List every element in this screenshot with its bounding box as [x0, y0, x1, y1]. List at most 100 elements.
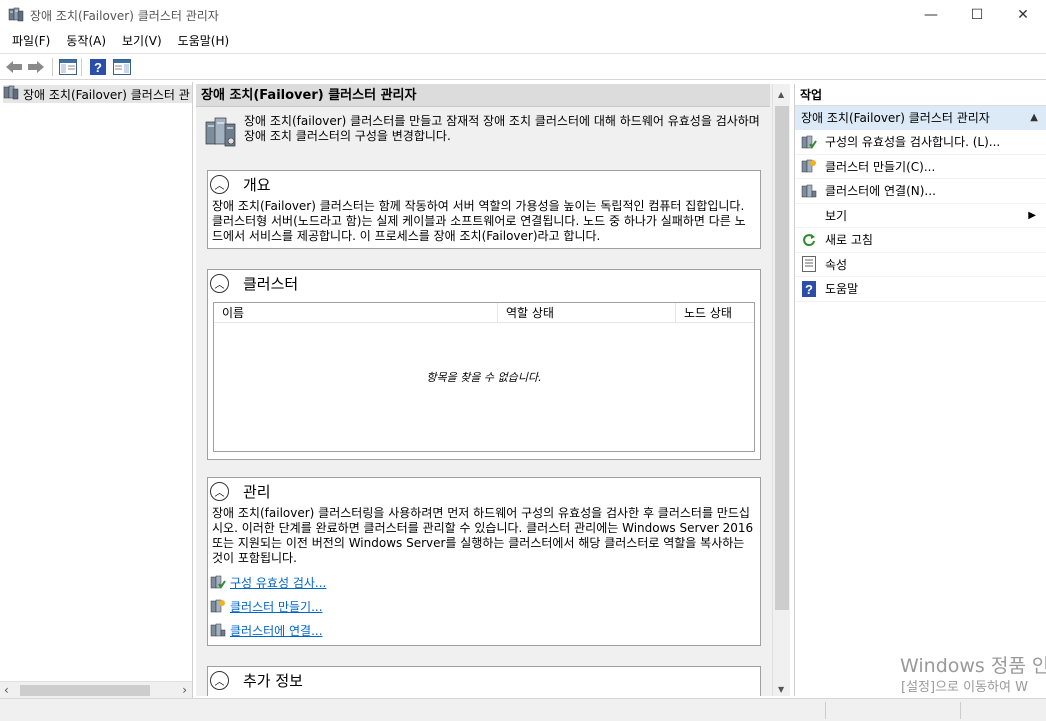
results-pane-header: 장애 조치(Failover) 클러스터 관리자 [196, 84, 770, 107]
collapse-manage-button[interactable]: ︿ [210, 481, 229, 501]
maximize-button[interactable]: ☐ [954, 0, 1000, 30]
clusters-section: ︿ 클러스터 이름 역할 상태 노드 상태 항목을 찾을 수 없습니다. [207, 269, 761, 460]
validate-configuration-link[interactable]: 구성 유효성 검사... [210, 570, 760, 594]
overview-section-header: ︿ 개요 [208, 171, 760, 197]
actions-pane-title: 작업 [795, 84, 1046, 106]
overview-text: 장애 조치(Failover) 클러스터는 함께 작동하여 서버 역할의 가용성… [212, 199, 746, 243]
svg-text:?: ? [94, 60, 102, 75]
close-button[interactable]: ✕ [1000, 0, 1046, 30]
properties-icon [801, 256, 817, 273]
more-info-section: ︿ 추가 정보 [207, 666, 761, 696]
collapse-more-info-button[interactable]: ︿ [210, 670, 229, 690]
status-divider [960, 702, 961, 719]
overview-section: ︿ 개요 장애 조치(Failover) 클러스터는 함께 작동하여 서버 역할… [207, 170, 761, 249]
clusters-section-header: ︿ 클러스터 [208, 270, 760, 296]
scroll-right-icon[interactable]: › [182, 683, 187, 697]
create-cluster-icon [210, 598, 226, 614]
menu-action[interactable]: 동작(A) [58, 30, 114, 52]
manage-section: ︿ 관리 장애 조치(failover) 클러스터링을 사용하려면 먼저 하드웨… [207, 477, 761, 646]
collapse-clusters-button[interactable]: ︿ [210, 273, 229, 293]
action-label: 클러스터에 연결(N)... [825, 184, 936, 199]
show-hide-console-tree-icon[interactable] [59, 58, 77, 76]
create-cluster-icon [801, 158, 817, 174]
scroll-up-icon[interactable]: ▲ [778, 90, 784, 99]
action-help[interactable]: ? 도움말 [795, 277, 1046, 302]
action-refresh[interactable]: 새로 고침 [795, 228, 1046, 253]
menu-file[interactable]: 파일(F) [4, 30, 58, 52]
validate-configuration-icon [801, 134, 817, 150]
title-bar: 장애 조치(Failover) 클러스터 관리자 — ☐ ✕ [0, 0, 1046, 30]
manage-text: 장애 조치(failover) 클러스터링을 사용하려면 먼저 하드웨어 구성의… [212, 506, 754, 565]
clusters-title: 클러스터 [243, 274, 299, 293]
console-tree: 장애 조치(Failover) 클러스터 관 ‹ › [0, 82, 193, 698]
more-info-section-header: ︿ 추가 정보 [208, 667, 760, 693]
scroll-thumb[interactable] [775, 106, 789, 610]
action-label: 보기 [825, 208, 848, 223]
cluster-manager-icon [3, 85, 19, 104]
validate-configuration-icon [210, 574, 226, 590]
help-icon[interactable]: ? [89, 58, 107, 76]
action-label: 구성의 유효성을 검사합니다. (L)... [825, 135, 1001, 150]
action-properties[interactable]: 속성 [795, 253, 1046, 277]
tree-item-label: 장애 조치(Failover) 클러스터 관 [23, 87, 190, 102]
manage-section-header: ︿ 관리 [208, 478, 760, 504]
column-header-name[interactable]: 이름 [214, 303, 498, 323]
connect-cluster-icon [210, 622, 226, 638]
status-divider [825, 702, 826, 719]
submenu-arrow-icon: ▶ [1028, 209, 1036, 221]
forward-arrow-icon[interactable] [27, 58, 45, 76]
toolbar-separator [81, 58, 82, 76]
action-connect-cluster[interactable]: 클러스터에 연결(N)... [795, 179, 1046, 204]
toolbar-separator [52, 58, 53, 76]
create-cluster-link[interactable]: 클러스터 만들기... [210, 594, 760, 618]
scroll-left-icon[interactable]: ‹ [4, 683, 9, 697]
more-info-title: 추가 정보 [243, 671, 303, 690]
actions-subheader[interactable]: 장애 조치(Failover) 클러스터 관리자 ▲ [795, 106, 1046, 130]
scroll-thumb[interactable] [20, 685, 150, 696]
horizontal-scrollbar[interactable]: ‹ › [0, 681, 192, 698]
validate-configuration-link-text[interactable]: 구성 유효성 검사... [230, 574, 326, 591]
vertical-scrollbar[interactable]: ▲ ▼ [772, 84, 790, 696]
connect-cluster-link[interactable]: 클러스터에 연결... [210, 618, 760, 642]
refresh-icon [801, 232, 817, 248]
cluster-servers-icon [204, 114, 238, 150]
connect-cluster-link-text[interactable]: 클러스터에 연결... [230, 622, 323, 639]
results-pane: 장애 조치(Failover) 클러스터 관리자 장애 조치(failover)… [196, 84, 790, 696]
action-label: 도움말 [825, 282, 859, 297]
back-arrow-icon[interactable] [5, 58, 23, 76]
column-header-node-status[interactable]: 노드 상태 [676, 303, 754, 323]
window-title: 장애 조치(Failover) 클러스터 관리자 [30, 9, 219, 23]
table-header: 이름 역할 상태 노드 상태 [214, 303, 754, 323]
actions-subheader-label: 장애 조치(Failover) 클러스터 관리자 [801, 111, 990, 125]
connect-cluster-icon [801, 183, 817, 199]
cluster-manager-icon [8, 7, 24, 23]
overview-title: 개요 [243, 175, 271, 194]
action-label: 속성 [825, 257, 848, 272]
minimize-button[interactable]: — [908, 0, 954, 30]
empty-table-message: 항목을 찾을 수 없습니다. [426, 371, 542, 384]
intro-block: 장애 조치(failover) 클러스터를 만들고 잠재적 장애 조치 클러스터… [204, 114, 764, 150]
toolbar: ? [0, 53, 1046, 80]
scroll-down-icon[interactable]: ▼ [778, 685, 784, 694]
intro-text: 장애 조치(failover) 클러스터를 만들고 잠재적 장애 조치 클러스터… [244, 114, 760, 143]
clusters-table[interactable]: 이름 역할 상태 노드 상태 항목을 찾을 수 없습니다. [213, 302, 755, 452]
menu-help[interactable]: 도움말(H) [170, 30, 238, 52]
action-create-cluster[interactable]: 클러스터 만들기(C)... [795, 155, 1046, 179]
create-cluster-link-text[interactable]: 클러스터 만들기... [230, 598, 323, 615]
tree-item-failover-cluster-manager[interactable]: 장애 조치(Failover) 클러스터 관 [3, 85, 192, 104]
action-view[interactable]: 보기 ▶ [795, 204, 1046, 228]
menu-view[interactable]: 보기(V) [114, 30, 170, 52]
activation-watermark-line2: [설정]으로 이동하여 W [901, 680, 1028, 695]
collapse-overview-button[interactable]: ︿ [210, 174, 229, 194]
menu-bar: 파일(F) 동작(A) 보기(V) 도움말(H) [0, 30, 1046, 52]
status-bar [0, 698, 1046, 721]
action-validate-configuration[interactable]: 구성의 유효성을 검사합니다. (L)... [795, 130, 1046, 155]
show-hide-action-pane-icon[interactable] [113, 58, 131, 76]
action-label: 새로 고침 [825, 233, 873, 248]
action-label: 클러스터 만들기(C)... [825, 159, 936, 174]
activation-watermark-line1: Windows 정품 인 [900, 655, 1046, 677]
column-header-role-status[interactable]: 역할 상태 [498, 303, 676, 323]
collapse-caret-icon[interactable]: ▲ [1030, 106, 1038, 130]
help-icon: ? [801, 280, 817, 297]
manage-title: 관리 [243, 482, 271, 501]
